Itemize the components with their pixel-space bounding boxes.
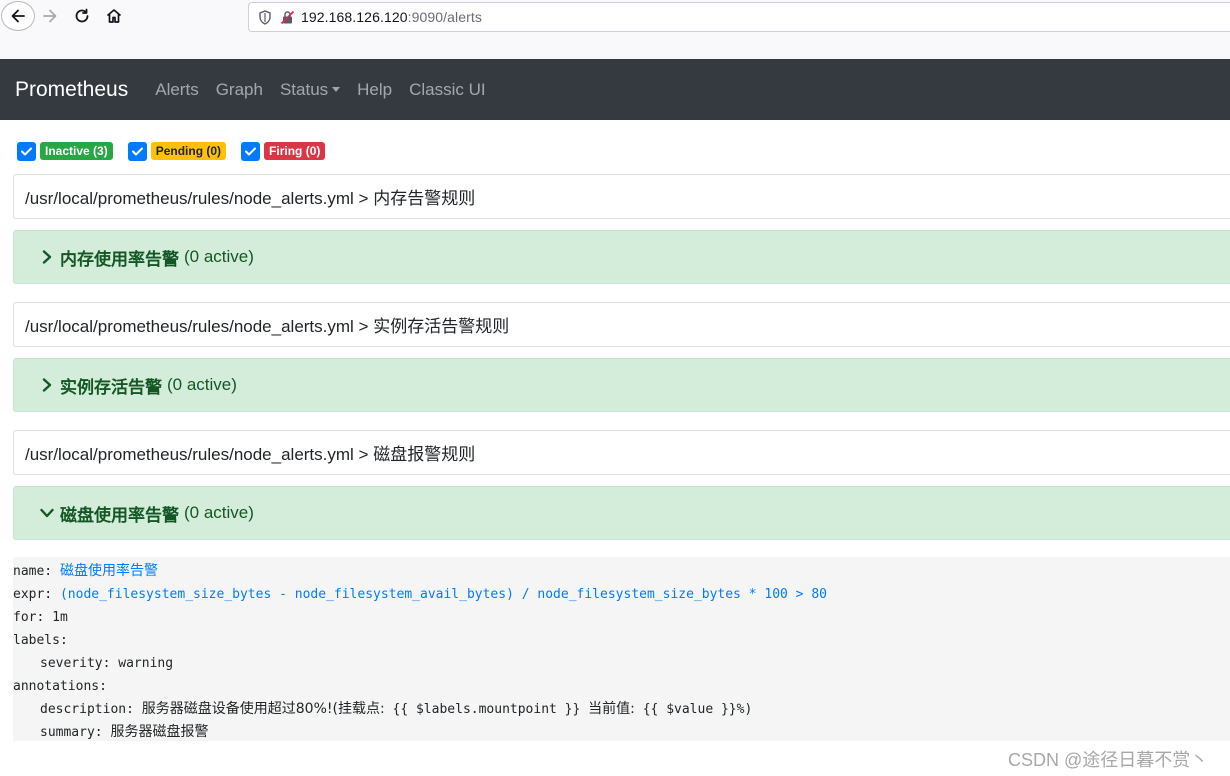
filter-pending[interactable]: Pending (0) xyxy=(127,141,227,161)
expr-key: expr: xyxy=(13,587,53,602)
shield-icon[interactable] xyxy=(257,9,273,25)
url-text: 192.168.126.120:9090/alerts xyxy=(301,9,482,25)
label-severity: severity: warning xyxy=(40,656,174,671)
description-text-a: 服务器磁盘设备使用超过80%!(挂载点: xyxy=(141,701,385,717)
reload-button[interactable] xyxy=(67,3,97,29)
rule-for-line: for: 1m xyxy=(13,610,68,625)
filter-firing[interactable]: Firing (0) xyxy=(241,141,326,161)
nav-dropdown-status[interactable]: Status xyxy=(279,79,341,100)
home-button[interactable] xyxy=(99,3,129,29)
rule-annotations-line: annotations: xyxy=(13,679,107,694)
rule-name-link[interactable]: 磁盘使用率告警 xyxy=(60,563,158,579)
alert-active-count: (0 active) xyxy=(184,503,254,522)
nav-link-help[interactable]: Help xyxy=(357,80,392,100)
navbar: Prometheus Alerts Graph Status Help Clas… xyxy=(0,59,1230,120)
alert-rule-toggle[interactable]: 实例存活告警 (0 active) xyxy=(13,358,1230,412)
alert-rule-name: 实例存活告警 xyxy=(60,377,162,397)
address-bar[interactable]: 192.168.126.120:9090/alerts xyxy=(248,2,1230,32)
rule-group-header: /usr/local/prometheus/rules/node_alerts.… xyxy=(13,174,1230,219)
state-filters: Inactive (3) Pending (0) Firing (0) xyxy=(17,141,340,161)
summary-value: 服务器磁盘报警 xyxy=(110,724,209,740)
alert-rule-name: 磁盘使用率告警 xyxy=(60,505,179,525)
url-host: 192.168.126.120 xyxy=(301,9,408,25)
checkbox-firing[interactable] xyxy=(241,141,261,161)
arrow-right-icon xyxy=(43,9,57,23)
rule-definition: name: 磁盘使用率告警 expr: (node_filesystem_siz… xyxy=(13,557,1230,741)
badge-pending: Pending (0) xyxy=(150,142,227,160)
check-icon xyxy=(245,147,257,155)
alert-rule-name: 内存使用率告警 xyxy=(60,249,179,269)
home-icon xyxy=(106,9,122,23)
reload-icon xyxy=(75,8,89,23)
url-path: :9090/alerts xyxy=(407,9,482,25)
filter-inactive[interactable]: Inactive (3) xyxy=(17,141,113,161)
rule-expr-line: expr: (node_filesystem_size_bytes - node… xyxy=(13,583,1230,606)
badge-firing: Firing (0) xyxy=(264,142,326,160)
alert-rule-toggle[interactable]: 磁盘使用率告警 (0 active) xyxy=(13,486,1230,540)
check-icon xyxy=(131,147,143,155)
alert-active-count: (0 active) xyxy=(167,375,237,394)
badge-inactive: Inactive (3) xyxy=(40,142,113,160)
nav-link-classic-ui[interactable]: Classic UI xyxy=(409,80,486,100)
caret-down-icon xyxy=(332,87,341,92)
name-key: name: xyxy=(13,564,53,579)
summary-key: summary: xyxy=(40,725,103,740)
nav-status-label: Status xyxy=(279,79,329,99)
chevron-right-icon xyxy=(40,250,54,264)
forward-button[interactable] xyxy=(35,3,65,29)
check-icon xyxy=(21,147,32,155)
rule-name-line: name: 磁盘使用率告警 xyxy=(13,560,1230,583)
description-text-c: 当前值: xyxy=(588,701,635,717)
alert-active-count: (0 active) xyxy=(184,247,254,266)
description-text-b: {{ $labels.mountpoint }} xyxy=(392,702,581,717)
alert-rule-toggle[interactable]: 内存使用率告警 (0 active) xyxy=(13,230,1230,284)
back-button[interactable] xyxy=(1,1,35,31)
chevron-right-icon xyxy=(40,378,54,392)
annotation-summary: summary: 服务器磁盘报警 xyxy=(13,721,1230,744)
rule-group-header: /usr/local/prometheus/rules/node_alerts.… xyxy=(13,302,1230,347)
arrow-left-icon xyxy=(11,9,25,23)
expr-link[interactable]: (node_filesystem_size_bytes - node_files… xyxy=(60,587,827,602)
insecure-lock-icon[interactable] xyxy=(279,9,295,25)
nav-link-graph[interactable]: Graph xyxy=(216,80,263,100)
watermark: CSDN @途径日暮不赏丶 xyxy=(1008,750,1209,770)
checkbox-inactive[interactable] xyxy=(17,141,36,161)
chevron-down-icon xyxy=(40,506,54,520)
checkbox-pending[interactable] xyxy=(127,141,147,161)
description-text-d: {{ $value }}%) xyxy=(642,702,753,717)
nav-link-alerts[interactable]: Alerts xyxy=(155,80,198,100)
browser-toolbar: 192.168.126.120:9090/alerts xyxy=(0,0,1230,59)
rule-labels-line: labels: xyxy=(13,633,68,648)
description-key: description: xyxy=(40,702,134,717)
annotation-description: description: 服务器磁盘设备使用超过80%!(挂载点: {{ $la… xyxy=(13,698,1230,721)
brand-link[interactable]: Prometheus xyxy=(15,78,128,102)
rule-group-header: /usr/local/prometheus/rules/node_alerts.… xyxy=(13,430,1230,475)
